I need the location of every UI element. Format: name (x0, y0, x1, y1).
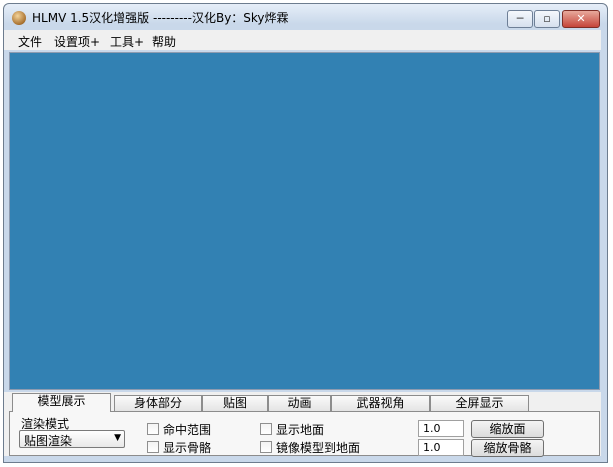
show-bones-label: 显示骨骼 (163, 441, 212, 455)
tab-weapon-view[interactable]: 武器视角 (331, 395, 430, 411)
tab-fullscreen[interactable]: 全屏显示 (430, 395, 529, 411)
render-mode-value: 贴图渲染 (24, 434, 73, 448)
menu-tools[interactable]: 工具+ (110, 33, 144, 50)
close-button[interactable]: ✕ (562, 10, 600, 28)
maximize-button[interactable]: ▫ (534, 10, 560, 28)
menu-bar: 文件 设置项+ 工具+ 帮助 (4, 30, 601, 50)
window-title: HLMV 1.5汉化增强版 ---------汉化By：Sky烨霖 (32, 11, 289, 25)
minimize-button[interactable]: ─ (507, 10, 533, 28)
model-viewport[interactable] (9, 52, 600, 390)
scale-mesh-input[interactable]: 1.0 (418, 420, 464, 437)
tab-animation[interactable]: 动画 (268, 395, 331, 411)
hitbox-checkbox[interactable] (147, 423, 159, 435)
show-ground-label: 显示地面 (276, 423, 325, 437)
show-ground-checkbox[interactable] (260, 423, 272, 435)
show-bones-checkbox[interactable] (147, 441, 159, 453)
render-mode-dropdown[interactable]: 贴图渲染 ▼ (19, 430, 125, 448)
chevron-down-icon: ▼ (114, 433, 121, 443)
tab-body-parts[interactable]: 身体部分 (114, 395, 202, 411)
tab-model-display[interactable]: 模型展示 (12, 393, 111, 412)
tab-textures[interactable]: 贴图 (202, 395, 268, 411)
menu-settings[interactable]: 设置项+ (54, 33, 100, 50)
menu-file[interactable]: 文件 (18, 33, 42, 50)
menu-help[interactable]: 帮助 (152, 33, 176, 50)
title-bar[interactable]: HLMV 1.5汉化增强版 ---------汉化By：Sky烨霖 ─ ▫ ✕ (4, 4, 607, 32)
scale-bones-input[interactable]: 1.0 (418, 439, 464, 456)
scale-mesh-button[interactable]: 缩放面 (471, 420, 544, 438)
app-icon (12, 11, 26, 25)
scale-bones-button[interactable]: 缩放骨骼 (471, 439, 544, 457)
hitbox-label: 命中范围 (163, 423, 212, 437)
mirror-model-label: 镜像模型到地面 (276, 441, 361, 455)
mirror-model-checkbox[interactable] (260, 441, 272, 453)
